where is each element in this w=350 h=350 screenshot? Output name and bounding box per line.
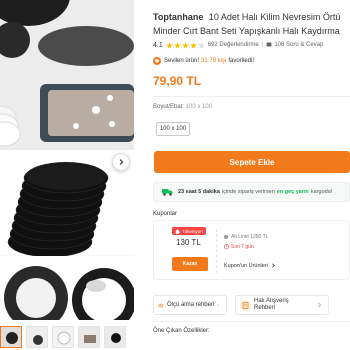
rating-row: 4.1 692 Değerlendirme | 106 Soru & Cevap [153,40,323,50]
chevron-right-icon [272,263,276,268]
product-gallery [0,0,140,350]
gallery-thumbnail[interactable] [0,326,22,348]
gallery-thumbnail[interactable] [78,326,100,348]
star-icon [190,41,197,49]
fire-icon [175,228,180,234]
clock-icon [223,244,230,250]
shipping-info: 23 saat 5 dakika içinde sipariş verirsen… [153,182,350,202]
product-info: Toptanhane 10 Adet Halı Kilim Nevresim Ö… [153,0,350,350]
product-title-line2: Minder Cırt Bant Seti Yapışkanlı Halı Ka… [153,26,340,36]
gallery-thumbnail[interactable] [26,326,48,348]
add-to-cart-button[interactable]: Sepete Ekle [154,151,350,173]
product-price: 79,90 TL [153,74,202,88]
size-option[interactable]: 100 x 100 [156,122,190,136]
rating-stars [166,41,205,49]
rating-score: 4.1 [153,41,163,49]
coupons-title: Kuponlar [153,211,178,217]
measure-guide-label: Ölçü alma rehberi [166,301,215,308]
coupon-products-text: Kupon'un Ürünleri [224,263,268,269]
chevron-right-icon [217,303,220,307]
size-label-text: Boyut/Ebat: [153,104,185,110]
star-icon [182,41,189,49]
coupon-deadline: Son 7 gün [223,244,254,250]
chevron-right-icon [318,302,321,308]
qa-count[interactable]: 106 Soru & Cevap [274,42,323,48]
rating-separator: | [261,42,264,48]
featured-title: Öne Çıkan Özellikler: [153,328,210,334]
coupon-badge-text: Tükeniyor! [182,228,204,234]
product-title-line1: 10 Adet Halı Kilim Nevresim Örtü [208,12,341,22]
review-count[interactable]: 692 Değerlendirme [208,42,259,48]
gallery-thumbnail[interactable] [104,326,126,348]
favorite-notice: Sevilen ürün! 31.78 kişi favoriledi! [153,56,254,66]
ruler-icon [158,302,164,308]
divider [153,321,350,322]
coupon-products-link[interactable]: Kupon'un Ürünleri [224,263,276,269]
favorite-prefix: Sevilen ürün! [164,58,200,64]
book-icon [240,299,251,311]
star-icon [174,41,181,49]
coupon-condition: Alt Limit 1250 TL [224,234,268,240]
coupon-divider [216,229,217,273]
size-selected-value: 100 x 100 [185,104,213,110]
shipping-middle: içinde sipariş verirsen [221,189,275,195]
product-title: Toptanhane 10 Adet Halı Kilim Nevresim Ö… [153,10,350,38]
gallery-next-button[interactable] [112,153,130,171]
rug-guide-label-line2: Rehberi [254,305,276,311]
measure-guide-button[interactable]: Ölçü alma rehberi [153,295,227,315]
star-icon [166,41,173,49]
shipping-fast: en geç yarın [276,189,309,195]
shipping-suffix: kargoda! [310,189,333,195]
info-dot-icon [224,234,228,239]
coupon-condition-text: Alt Limit 1250 TL [231,234,269,240]
size-label: Boyut/Ebat: 100 x 100 [153,104,212,110]
rug-guide-label-line1: Halı Alışveriş [254,298,289,304]
product-brand[interactable]: Toptanhane [153,12,203,22]
chevron-right-icon [119,159,124,165]
divider [153,96,350,97]
rug-guide-label: Halı Alışveriş Rehberi [254,298,289,312]
guide-links: Ölçü alma rehberi Halı Alışveriş Rehberi [153,295,329,315]
gallery-thumbnails [0,326,126,350]
gallery-thumbnail[interactable] [52,326,74,348]
star-icon [198,41,205,49]
favorite-count: 31.78 kişi [201,58,227,64]
shipping-time: 23 saat 5 dakika [178,189,220,195]
coupon-card: Tükeniyor! 130 TL Kazan Alt Limit 1250 T… [153,220,350,280]
coupon-deadline-text: Son 7 gün [231,244,254,250]
claim-coupon-button[interactable]: Kazan [172,257,208,271]
heart-icon [153,57,161,65]
question-icon [266,42,272,47]
truck-icon [162,189,173,196]
favorite-suffix: favoriledi! [228,58,255,64]
rug-guide-button[interactable]: Halı Alışveriş Rehberi [235,295,329,315]
coupon-amount: 130 TL [176,238,201,247]
coupon-badge: Tükeniyor! [172,227,207,235]
